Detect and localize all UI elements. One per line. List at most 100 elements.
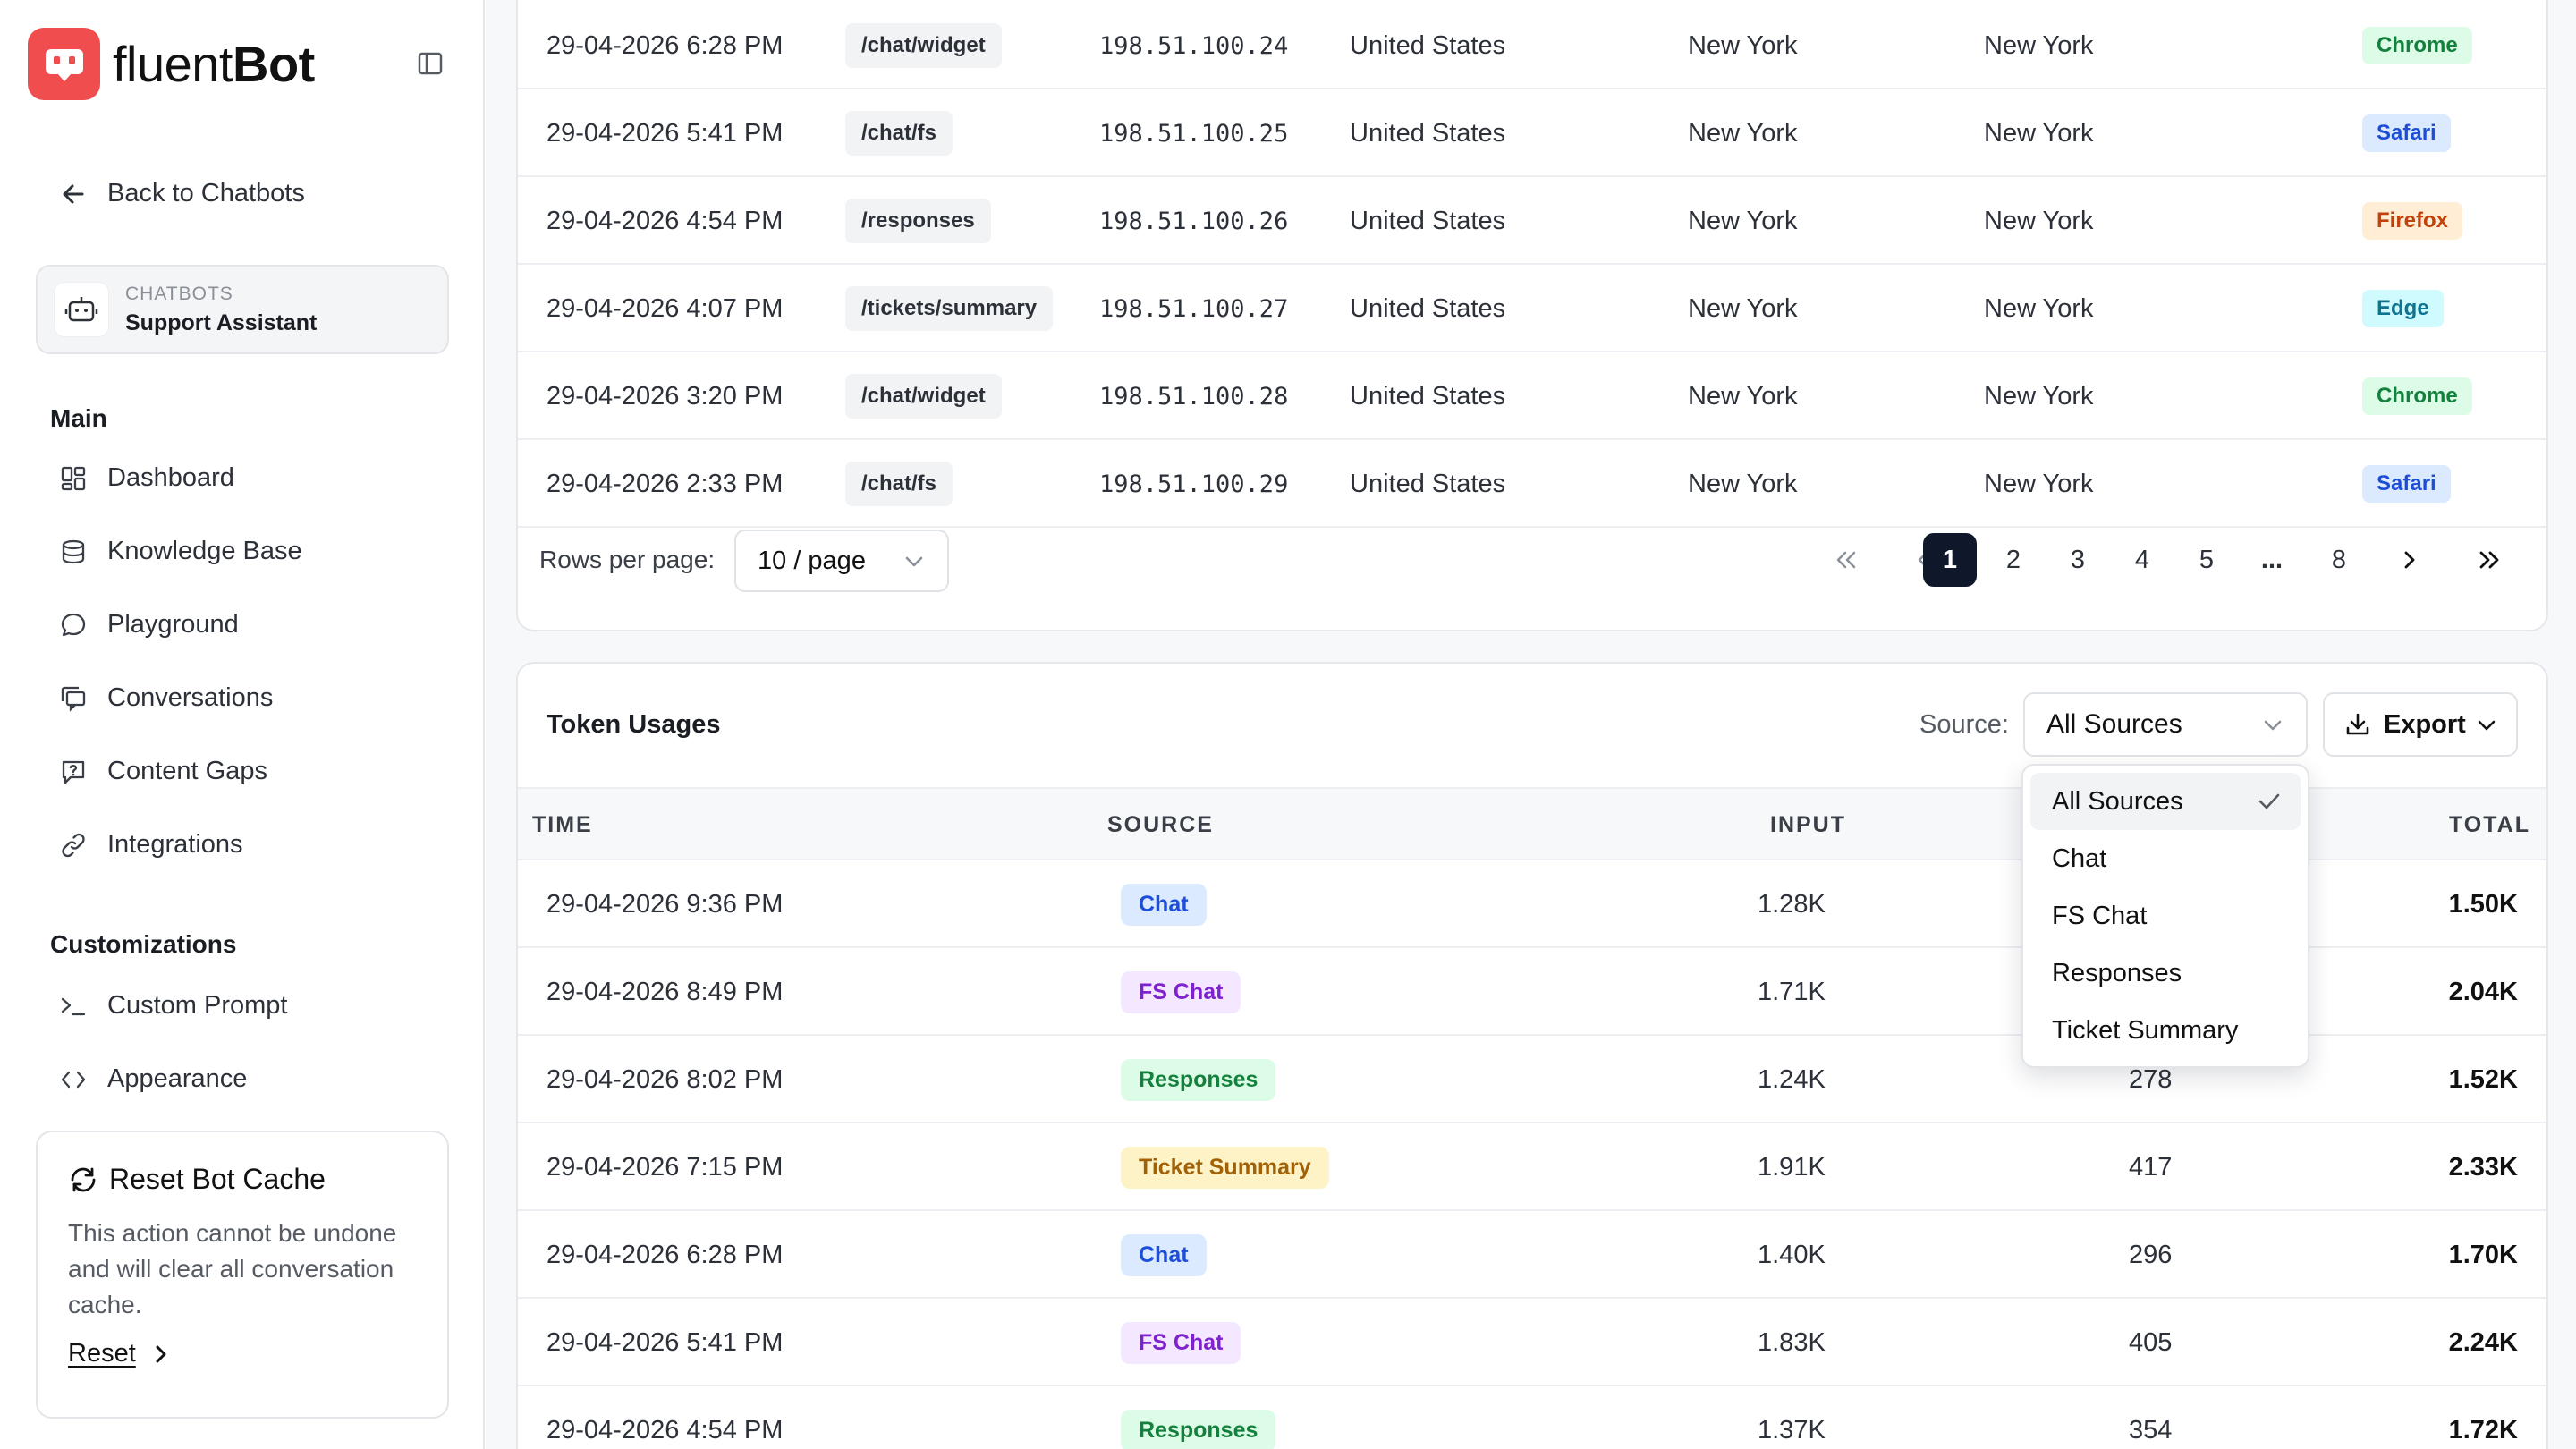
reset-cache-title: Reset Bot Cache bbox=[68, 1163, 417, 1196]
conversations-icon bbox=[59, 684, 88, 713]
sidebar-item-content-gaps[interactable]: Content Gaps bbox=[59, 757, 267, 786]
visit-time: 29-04-2026 4:54 PM bbox=[547, 206, 784, 235]
sidebar-collapse-icon[interactable] bbox=[417, 50, 444, 77]
column-header-total[interactable]: TOTAL bbox=[2449, 789, 2530, 860]
page-button-4[interactable]: 4 bbox=[2115, 533, 2169, 587]
sidebar-item-dashboard[interactable]: Dashboard bbox=[59, 463, 234, 493]
table-row: 29-04-2026 5:41 PM/chat/fs 198.51.100.25 U… bbox=[518, 89, 2546, 177]
back-label: Back to Chatbots bbox=[107, 179, 305, 208]
token-time: 29-04-2026 9:36 PM bbox=[547, 889, 784, 919]
visit-country: United States bbox=[1350, 30, 1506, 60]
visit-time: 29-04-2026 4:07 PM bbox=[547, 293, 784, 323]
token-usages-title: Token Usages bbox=[547, 710, 721, 739]
last-page-button[interactable] bbox=[2462, 533, 2516, 587]
chat-bubble-icon bbox=[59, 611, 88, 640]
page-button-3[interactable]: 3 bbox=[2051, 533, 2105, 587]
visit-path-cell: /chat/widget bbox=[845, 352, 1002, 440]
dropdown-option[interactable]: Responses bbox=[2030, 945, 2301, 1002]
path-chip: /responses bbox=[845, 199, 991, 243]
page-button-1[interactable]: 1 bbox=[1923, 533, 1977, 587]
page-button-2[interactable]: 2 bbox=[1987, 533, 2040, 587]
next-page-button[interactable] bbox=[2383, 533, 2436, 587]
dropdown-option[interactable]: Ticket Summary bbox=[2030, 1002, 2301, 1059]
sidebar-item-conversations[interactable]: Conversations bbox=[59, 683, 273, 713]
table-row: 29-04-2026 6:28 PM Chat 1.40K 296 1.70K bbox=[518, 1211, 2546, 1299]
arrow-left-icon bbox=[63, 184, 84, 203]
back-to-chatbots-link[interactable]: Back to Chatbots bbox=[59, 179, 305, 208]
sidebar-item-label: Dashboard bbox=[107, 463, 234, 492]
source-badge: Ticket Summary bbox=[1121, 1146, 1329, 1189]
source-badge: FS Chat bbox=[1121, 970, 1241, 1013]
visit-browser-cell: Firefox bbox=[2362, 177, 2463, 265]
token-source-cell: FS Chat bbox=[1121, 1299, 1241, 1386]
visit-city: New York bbox=[1984, 206, 2094, 235]
token-time: 29-04-2026 5:41 PM bbox=[547, 1327, 784, 1357]
source-badge: Responses bbox=[1121, 1058, 1276, 1101]
visit-path-cell: /tickets/summary bbox=[845, 265, 1054, 352]
path-chip: /chat/fs bbox=[845, 111, 953, 156]
sidebar-item-label: Integrations bbox=[107, 830, 243, 859]
chevron-right-icon bbox=[156, 1345, 166, 1362]
table-row: 29-04-2026 3:20 PM/chat/widget 198.51.100… bbox=[518, 352, 2546, 440]
source-filter-select[interactable]: All Sources bbox=[2023, 692, 2308, 757]
visit-region: New York bbox=[1688, 118, 1798, 148]
question-icon bbox=[59, 758, 88, 786]
visits-card: 29-04-2026 6:28 PM/chat/widget 198.51.100… bbox=[516, 0, 2548, 631]
refresh-icon bbox=[71, 1167, 96, 1191]
visit-browser-cell: Chrome bbox=[2362, 352, 2472, 440]
sidebar-item-integrations[interactable]: Integrations bbox=[59, 830, 243, 860]
export-button[interactable]: Export bbox=[2323, 692, 2518, 757]
column-header-source[interactable]: SOURCE bbox=[1107, 789, 1214, 860]
sidebar: fluentBot Back to Chatbots CHATBOTS Supp… bbox=[0, 0, 485, 1449]
token-input: 1.91K bbox=[1758, 1152, 1826, 1182]
dropdown-option[interactable]: FS Chat bbox=[2030, 887, 2301, 945]
page-button-8[interactable]: 8 bbox=[2312, 533, 2366, 587]
token-source-cell: Chat bbox=[1121, 860, 1207, 948]
visit-ip: 198.51.100.27 bbox=[1099, 294, 1289, 323]
main-content: 29-04-2026 6:28 PM/chat/widget 198.51.100… bbox=[486, 0, 2576, 1449]
brand-name: fluentBot bbox=[113, 36, 315, 92]
visit-region: New York bbox=[1688, 293, 1798, 323]
dropdown-option-label: Responses bbox=[2052, 958, 2182, 987]
browser-badge: Chrome bbox=[2362, 27, 2472, 64]
visit-country: United States bbox=[1350, 381, 1506, 411]
table-row: 29-04-2026 7:15 PM Ticket Summary 1.91K 417… bbox=[518, 1123, 2546, 1211]
page-button-5[interactable]: 5 bbox=[2180, 533, 2233, 587]
double-chevron-left-icon bbox=[1836, 551, 1856, 569]
token-source-cell: Responses bbox=[1121, 1036, 1276, 1123]
token-time: 29-04-2026 8:49 PM bbox=[547, 977, 784, 1006]
sidebar-item-knowledge-base[interactable]: Knowledge Base bbox=[59, 537, 302, 566]
brand[interactable]: fluentBot bbox=[28, 28, 315, 100]
visit-country: United States bbox=[1350, 206, 1506, 235]
sidebar-item-label: Appearance bbox=[107, 1064, 248, 1093]
pagination-bar: Rows per page: 10 / page 1 2 3 4 5... 8 bbox=[518, 506, 2546, 615]
token-total: 1.50K bbox=[2448, 889, 2518, 919]
source-badge: Responses bbox=[1121, 1409, 1276, 1449]
chatbot-selector[interactable]: CHATBOTS Support Assistant bbox=[36, 265, 449, 354]
token-time: 29-04-2026 4:54 PM bbox=[547, 1415, 784, 1445]
dropdown-option[interactable]: All Sources bbox=[2030, 773, 2301, 830]
dropdown-option-label: Ticket Summary bbox=[2052, 1015, 2239, 1045]
token-source-cell: Ticket Summary bbox=[1121, 1123, 1329, 1211]
sidebar-item-label: Playground bbox=[107, 610, 239, 639]
column-header-input[interactable]: INPUT bbox=[1770, 789, 1846, 860]
token-input: 1.24K bbox=[1758, 1064, 1826, 1094]
sidebar-item-playground[interactable]: Playground bbox=[59, 610, 239, 640]
sidebar-item-appearance[interactable]: Appearance bbox=[59, 1064, 247, 1094]
code-icon bbox=[59, 1065, 88, 1094]
visit-ip: 198.51.100.28 bbox=[1099, 382, 1289, 411]
rows-per-page-select[interactable]: 10 / page bbox=[734, 530, 949, 592]
check-icon bbox=[2258, 793, 2280, 809]
sidebar-item-label: Conversations bbox=[107, 683, 274, 712]
token-total: 2.04K bbox=[2448, 977, 2518, 1006]
token-total: 2.24K bbox=[2448, 1327, 2518, 1357]
source-dropdown-menu: All Sources Chat FS Chat Responses Ticket Su… bbox=[2021, 764, 2309, 1068]
reset-cache-button[interactable]: Reset bbox=[68, 1339, 417, 1368]
first-page-button[interactable] bbox=[1819, 533, 1873, 587]
source-badge: FS Chat bbox=[1121, 1321, 1241, 1364]
sidebar-item-custom-prompt[interactable]: Custom Prompt bbox=[59, 991, 287, 1021]
column-header-time[interactable]: TIME bbox=[532, 789, 593, 860]
dropdown-option[interactable]: Chat bbox=[2030, 830, 2301, 887]
token-total: 1.70K bbox=[2448, 1240, 2518, 1269]
visit-region: New York bbox=[1688, 381, 1798, 411]
